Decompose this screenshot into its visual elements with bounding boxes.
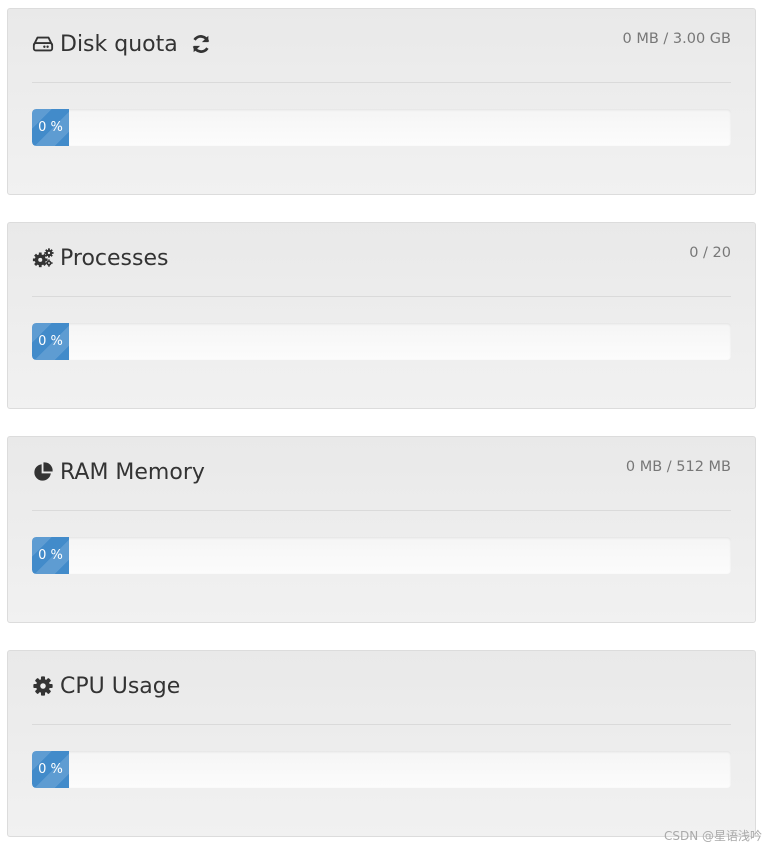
ram-memory-usage: 0 MB / 512 MB <box>625 459 731 475</box>
ram-memory-header: RAM Memory 0 MB / 512 MB <box>32 437 731 511</box>
ram-memory-title: RAM Memory <box>32 459 205 485</box>
refresh-icon[interactable] <box>190 33 212 55</box>
processes-panel: Processes 0 / 20 0 % <box>7 222 756 409</box>
ram-memory-progress: 0 % <box>32 537 731 574</box>
disk-quota-progress: 0 % <box>32 109 731 146</box>
watermark: CSDN @星语浅吟 <box>663 829 762 843</box>
ram-memory-panel: RAM Memory 0 MB / 512 MB 0 % <box>7 436 756 623</box>
processes-progress: 0 % <box>32 323 731 360</box>
processes-count: 0 / 20 <box>689 245 731 261</box>
processes-title-text: Processes <box>60 245 169 271</box>
disk-quota-header: Disk quota 0 MB / 3.00 GB <box>32 9 731 83</box>
disk-quota-title: Disk quota <box>32 31 212 57</box>
cpu-usage-progress: 0 % <box>32 751 731 788</box>
cpu-usage-title: CPU Usage <box>32 673 180 699</box>
cpu-usage-panel: CPU Usage 0 % <box>7 650 756 837</box>
disk-quota-progress-label: 0 % <box>32 109 69 146</box>
cpu-usage-header: CPU Usage <box>32 651 731 725</box>
gear-icon <box>32 675 54 697</box>
ram-memory-progress-label: 0 % <box>32 537 69 574</box>
hdd-icon <box>32 33 54 55</box>
disk-quota-title-text: Disk quota <box>60 31 178 57</box>
processes-header: Processes 0 / 20 <box>32 223 731 297</box>
cpu-usage-title-text: CPU Usage <box>60 673 181 699</box>
disk-quota-panel: Disk quota 0 MB / 3.00 GB 0 % <box>7 8 756 195</box>
ram-memory-title-text: RAM Memory <box>60 459 205 485</box>
gears-icon <box>32 247 54 269</box>
pie-chart-icon <box>32 461 54 483</box>
disk-quota-usage: 0 MB / 3.00 GB <box>622 31 731 47</box>
cpu-usage-progress-label: 0 % <box>32 751 69 788</box>
processes-title: Processes <box>32 245 168 271</box>
processes-progress-label: 0 % <box>32 323 69 360</box>
